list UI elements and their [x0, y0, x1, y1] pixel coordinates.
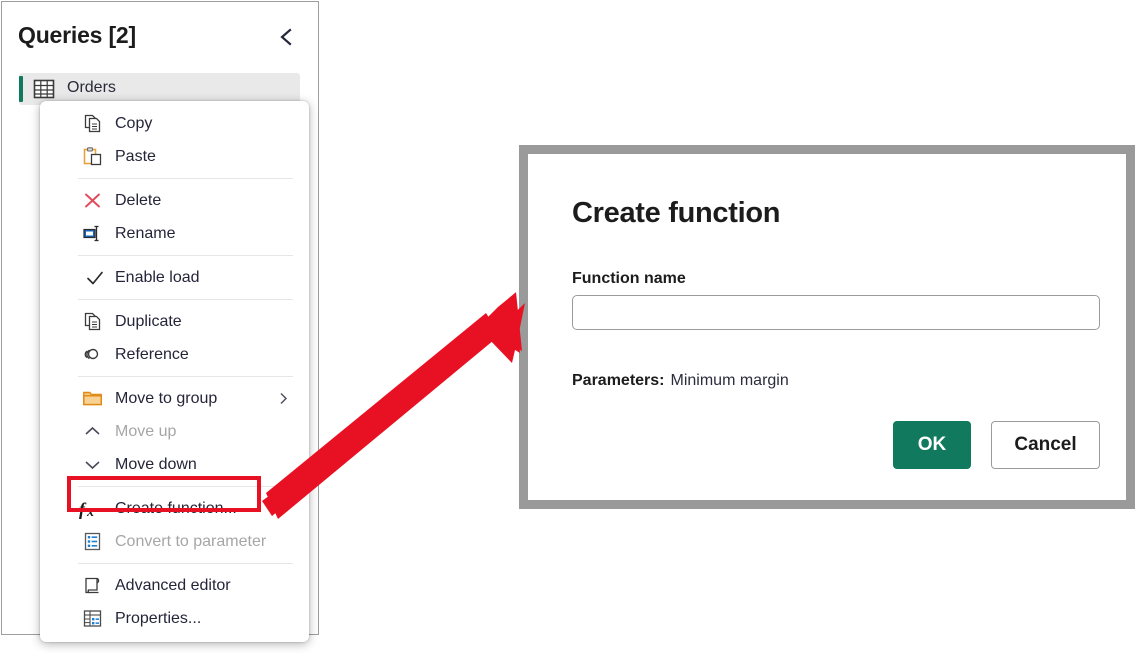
menu-item-label: Rename [115, 225, 175, 243]
menu-item-label: Reference [115, 346, 189, 364]
svg-text:x: x [86, 505, 94, 520]
menu-item-move-down[interactable]: Move down [40, 448, 309, 481]
menu-item-label: Delete [115, 192, 161, 210]
function-name-label: Function name [572, 270, 686, 288]
menu-item-label: Copy [115, 115, 152, 133]
query-context-menu: Copy Paste Delete [40, 101, 309, 642]
menu-item-label: Move to group [115, 390, 217, 408]
parameters-value: Minimum margin [671, 372, 789, 389]
query-name-label: Orders [67, 79, 116, 97]
parameters-label: Parameters: [572, 372, 665, 389]
chevron-left-icon[interactable] [276, 26, 298, 48]
menu-item-label: Enable load [115, 269, 200, 287]
properties-icon [76, 607, 108, 631]
menu-item-label: Move down [115, 456, 197, 474]
menu-item-duplicate[interactable]: Duplicate [40, 305, 309, 338]
menu-separator [78, 255, 293, 256]
menu-separator [78, 299, 293, 300]
menu-item-properties[interactable]: Properties... [40, 602, 309, 635]
copy-icon [76, 112, 108, 136]
parameter-list-icon [76, 530, 108, 554]
menu-item-label: Properties... [115, 610, 201, 628]
ok-button[interactable]: OK [893, 421, 971, 469]
duplicate-icon [76, 310, 108, 334]
svg-text:f: f [79, 499, 87, 519]
rename-icon [76, 222, 108, 246]
menu-item-label: Move up [115, 423, 176, 441]
menu-item-reference[interactable]: Reference [40, 338, 309, 371]
menu-separator [78, 486, 293, 487]
menu-item-move-up[interactable]: Move up [40, 415, 309, 448]
queries-panel-header: Queries [2] [2, 2, 318, 60]
menu-item-label: Convert to parameter [115, 533, 266, 551]
menu-item-enable-load[interactable]: Enable load [40, 261, 309, 294]
page-title: Queries [2] [18, 22, 136, 49]
function-name-input[interactable] [572, 295, 1100, 330]
paste-icon [76, 145, 108, 169]
menu-separator [78, 563, 293, 564]
queries-panel: Queries [2] Orders [1, 1, 319, 635]
parameters-row: Parameters: Minimum margin [572, 372, 789, 390]
folder-icon [76, 387, 108, 411]
fx-icon: f x [76, 497, 108, 521]
cancel-button[interactable]: Cancel [991, 421, 1100, 469]
menu-item-delete[interactable]: Delete [40, 184, 309, 217]
chevron-up-icon [76, 420, 108, 444]
chevron-right-icon [276, 391, 291, 406]
menu-item-rename[interactable]: Rename [40, 217, 309, 250]
menu-item-label: Duplicate [115, 313, 182, 331]
menu-item-move-to-group[interactable]: Move to group [40, 382, 309, 415]
menu-item-convert-to-parameter[interactable]: Convert to parameter [40, 525, 309, 558]
menu-item-advanced-editor[interactable]: Advanced editor [40, 569, 309, 602]
menu-separator [78, 376, 293, 377]
menu-item-create-function[interactable]: f x Create function... [40, 492, 309, 525]
reference-link-icon [76, 343, 108, 367]
menu-item-copy[interactable]: Copy [40, 107, 309, 140]
checkmark-icon [86, 269, 104, 287]
scroll-icon [76, 574, 108, 598]
selection-accent-bar [19, 76, 23, 102]
table-icon [33, 78, 55, 100]
menu-item-label: Create function... [115, 500, 237, 518]
menu-item-label: Advanced editor [115, 577, 231, 595]
menu-item-paste[interactable]: Paste [40, 140, 309, 173]
delete-x-icon [76, 189, 108, 213]
menu-separator [78, 178, 293, 179]
chevron-down-icon [76, 453, 108, 477]
dialog-title: Create function [572, 197, 780, 230]
dialog-body: Create function Function name Parameters… [528, 154, 1126, 500]
menu-item-label: Paste [115, 148, 156, 166]
create-function-dialog: Create function Function name Parameters… [519, 145, 1135, 509]
